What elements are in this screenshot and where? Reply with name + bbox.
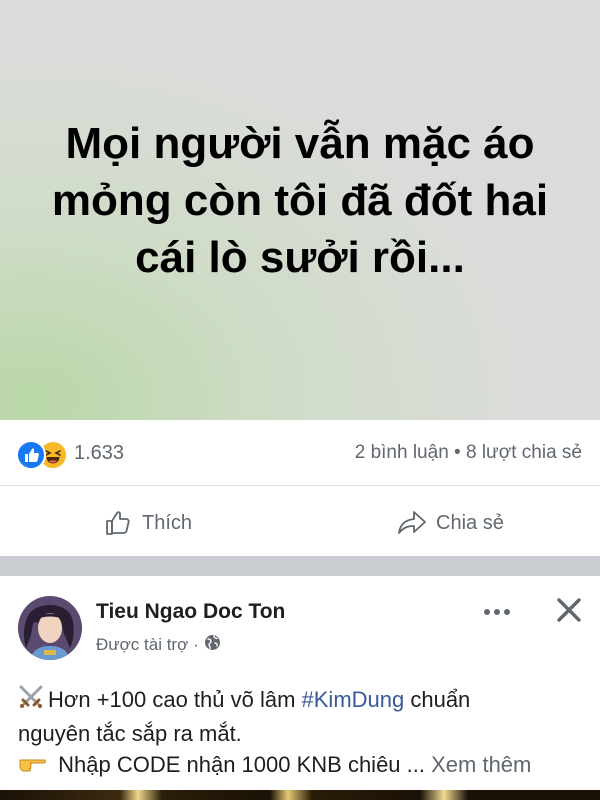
share-button-label: Chia sẻ	[436, 511, 504, 534]
status-post-background: Mọi người vẫn mặc áo mỏng còn tôi đã đốt…	[0, 0, 600, 420]
facebook-feed: Mọi người vẫn mặc áo mỏng còn tôi đã đốt…	[0, 0, 600, 800]
post-body-line-1: Hơn +100 cao thủ võ lâm #KimDung chuẩn	[18, 684, 588, 718]
status-post-text: Mọi người vẫn mặc áo mỏng còn tôi đã đốt…	[51, 118, 549, 282]
count-separator: •	[454, 442, 461, 463]
hide-ad-close-button[interactable]	[555, 596, 583, 624]
comment-count[interactable]: 2 bình luận	[355, 442, 449, 463]
post-body-text-1: Hơn +100 cao thủ võ lâm	[48, 687, 302, 712]
share-arrow-icon	[396, 508, 428, 538]
like-icon	[16, 440, 46, 470]
post-body-text-3: Nhập CODE nhận 1000 KNB chiêu ...	[52, 752, 432, 778]
dot-separator: ·	[193, 635, 199, 654]
sponsored-info: Được tài trợ ·	[96, 634, 221, 656]
sponsored-post: Tieu Ngao Doc Ton Được tài trợ · Hơn +10…	[0, 576, 600, 800]
post-body-line-2: nguyên tắc sắp ra mắt.	[18, 721, 242, 747]
pointing-hand-icon	[18, 750, 48, 782]
see-more-link[interactable]: Xem thêm	[431, 752, 531, 777]
like-button-label: Thích	[142, 511, 193, 534]
reaction-count[interactable]: 1.633	[74, 442, 124, 465]
page-name[interactable]: Tieu Ngao Doc Ton	[96, 600, 285, 624]
thumbs-up-icon	[104, 508, 134, 538]
share-button[interactable]: Chia sẻ	[396, 506, 504, 540]
ad-image-preview[interactable]	[0, 790, 600, 800]
crossed-swords-icon	[18, 684, 44, 718]
more-options-button[interactable]	[482, 602, 512, 622]
sponsored-label[interactable]: Được tài trợ	[96, 635, 188, 655]
feed-separator	[0, 556, 600, 576]
globe-icon	[204, 634, 221, 656]
comment-share-counts[interactable]: 2 bình luận • 8 lượt chia sẻ	[355, 442, 582, 464]
post-body-line-3: Nhập CODE nhận 1000 KNB chiêu ... Xem th…	[18, 749, 588, 782]
page-avatar[interactable]	[18, 596, 82, 660]
post-actions: Thích Chia sẻ	[0, 490, 600, 556]
post-body-text-1-tail: chuẩn	[404, 687, 471, 712]
sponsored-post-body: Hơn +100 cao thủ võ lâm #KimDung chuẩn n…	[18, 684, 588, 782]
reaction-icons[interactable]	[16, 440, 72, 470]
close-icon	[555, 598, 583, 628]
share-count[interactable]: 8 lượt chia sẻ	[466, 442, 582, 463]
reactions-summary[interactable]: 1.633 2 bình luận • 8 lượt chia sẻ	[0, 420, 600, 486]
like-button[interactable]: Thích	[104, 506, 192, 540]
hashtag-link[interactable]: #KimDung	[302, 687, 405, 712]
